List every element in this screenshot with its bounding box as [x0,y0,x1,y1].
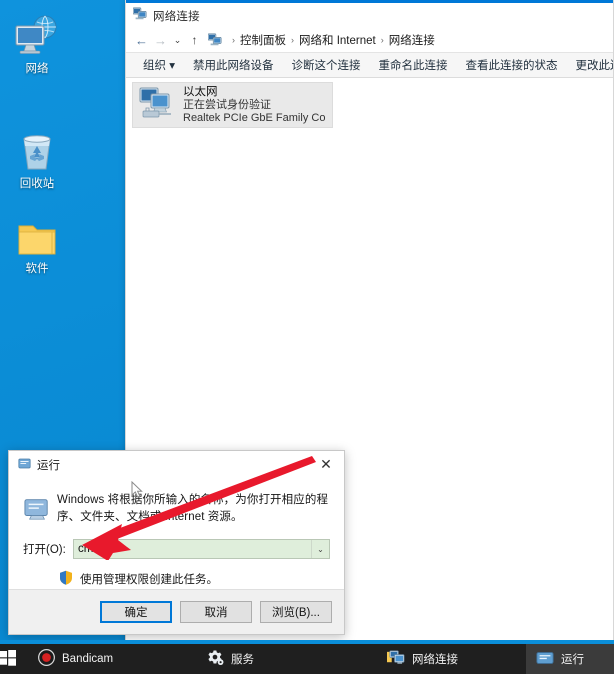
open-label: 打开(O): [23,544,66,556]
taskbar-item-services[interactable]: 服务 [196,644,324,674]
toolbar-view-status[interactable]: 查看此连接的状态 [456,54,566,76]
open-input[interactable] [74,540,311,558]
window-title-bar[interactable]: 网络连接 [126,3,613,28]
taskbar-item-bandicam[interactable]: Bandicam [28,644,156,674]
toolbar-diagnose-connection[interactable]: 诊断这个连接 [282,54,369,76]
breadcrumb[interactable]: › 控制面板 › 网络和 Internet › 网络连接 [227,32,435,48]
back-button[interactable]: ← [132,30,151,50]
network-connections-icon [386,649,405,669]
toolbar-organize[interactable]: 组织 ▾ [134,54,184,76]
chevron-down-icon[interactable]: ⌄ [311,540,329,558]
toolbar-change-settings[interactable]: 更改此连接的设置 [566,54,613,76]
taskbar-item-network-connections[interactable]: 网络连接 [376,644,504,674]
connection-name: 以太网 [183,85,218,98]
mouse-cursor [131,481,143,498]
desktop-icon-network[interactable]: 网络 [0,12,74,76]
folder-icon [0,212,74,258]
close-icon[interactable]: ✕ [308,451,344,478]
address-bar[interactable]: ← → ⌄ ↑ › 控制面板 › 网络和 Internet › 网络连接 [126,28,613,52]
breadcrumb-separator: › [232,35,235,45]
cancel-button[interactable]: 取消 [180,601,252,623]
desktop-icon-label: 回收站 [19,178,55,190]
command-toolbar[interactable]: 组织 ▾ 禁用此网络设备 诊断这个连接 重命名此连接 查看此连接的状态 更改此连… [126,52,613,78]
run-dialog-icon [18,457,31,473]
ethernet-adapter-icon [139,86,179,125]
recent-locations-button[interactable]: ⌄ [170,30,185,50]
breadcrumb-item-network-connections[interactable]: 网络连接 [389,32,435,48]
taskbar-item-label: 运行 [561,654,584,666]
windows-logo-icon [0,649,16,669]
browse-button[interactable]: 浏览(B)... [260,601,332,623]
breadcrumb-separator: › [291,35,294,45]
toolbar-rename-connection[interactable]: 重命名此连接 [369,54,456,76]
run-dialog-icon [536,650,554,669]
run-dialog-description: Windows 将根据你所输入的名称，为你打开相应的程序、文件夹、文档或 Int… [57,494,329,523]
run-program-icon [23,492,57,525]
toolbar-disable-device[interactable]: 禁用此网络设备 [184,54,283,76]
start-button[interactable] [0,644,16,674]
run-dialog-title: 运行 [37,459,60,472]
up-button[interactable]: ↑ [185,30,204,50]
taskbar-item-label: Bandicam [62,653,114,665]
bandicam-icon [38,649,55,669]
breadcrumb-item-control-panel[interactable]: 控制面板 [240,32,286,48]
taskbar-item-label: 网络连接 [412,654,458,666]
network-globe-icon [0,12,74,58]
services-gear-icon [206,649,224,669]
open-row: 打开(O): ⌄ [23,539,330,559]
run-dialog-title-bar[interactable]: 运行 [9,451,344,478]
connection-adapter: Realtek PCIe GbE Family Contr... [183,111,326,124]
run-dialog[interactable]: 运行 ✕ Windows 将根据你所输入的名称，为你打开相应的程序、文件夹、文档… [8,450,345,635]
uac-note-row: 使用管理权限创建此任务。 [59,570,330,588]
uac-note-text: 使用管理权限创建此任务。 [80,574,218,586]
desktop-icon-label: 网络 [25,63,49,75]
ok-button[interactable]: 确定 [100,601,172,623]
run-dialog-footer: 确定 取消 浏览(B)... [9,589,344,634]
forward-button[interactable]: → [151,30,170,50]
window-title: 网络连接 [153,10,200,23]
taskbar-item-label: 服务 [231,654,254,666]
list-item[interactable]: 以太网 正在尝试身份验证 Realtek PCIe GbE Family Con… [132,82,333,128]
breadcrumb-item-network-internet[interactable]: 网络和 Internet [299,32,376,48]
desktop-icon-recycle-bin[interactable]: 回收站 [0,127,74,191]
breadcrumb-separator: › [380,35,384,45]
desktop-icon-software[interactable]: 软件 [0,212,74,276]
breadcrumb-icon [208,33,222,47]
taskbar[interactable]: Bandicam 服务 网络连接 运行 [0,644,614,674]
open-combobox[interactable]: ⌄ [73,539,330,559]
desktop-icon-label: 软件 [25,263,49,275]
shield-icon [59,570,73,588]
taskbar-item-run[interactable]: 运行 [526,644,614,674]
connection-status: 正在尝试身份验证 [183,98,271,111]
recycle-bin-icon [0,127,74,173]
network-connections-icon [132,7,147,24]
